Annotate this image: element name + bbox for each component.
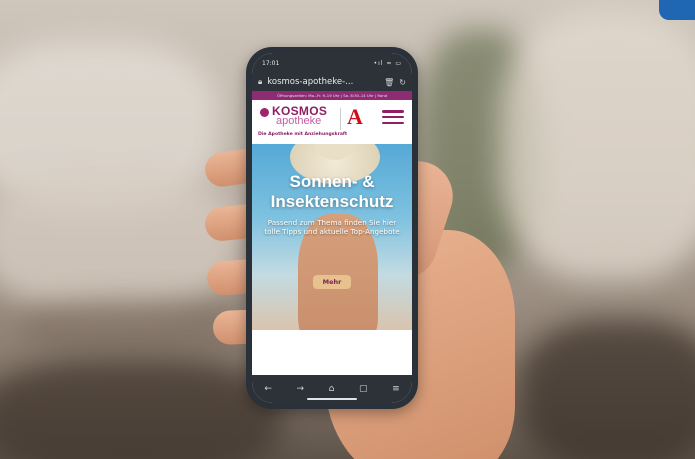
home-icon[interactable]: ⌂ bbox=[329, 384, 335, 394]
hamburger-menu-icon[interactable] bbox=[382, 110, 404, 124]
tagline: Die Apotheke mit Anziehungskraft bbox=[258, 132, 348, 137]
tabs-icon[interactable]: ▢ bbox=[359, 384, 368, 394]
header-divider bbox=[340, 108, 341, 130]
hero-subtitle: Passend zum Thema finden Sie hier tolle … bbox=[264, 218, 400, 236]
status-time: 17:01 bbox=[262, 59, 280, 67]
trash-icon[interactable]: 🗑︎ bbox=[384, 78, 394, 87]
back-arrow-icon[interactable]: ← bbox=[264, 384, 272, 394]
browser-bottom-nav: ← → ⌂ ▢ ≡ bbox=[252, 375, 412, 403]
apotheke-a-icon: A bbox=[347, 104, 363, 129]
logo-dot-icon bbox=[260, 108, 269, 117]
site-header: KOSMOS apotheke Die Apotheke mit Anziehu… bbox=[252, 100, 412, 144]
logo-apotheke[interactable]: apotheke bbox=[276, 115, 321, 127]
status-bar: 17:01 •ıl ≈ ▭ bbox=[252, 53, 412, 73]
forward-arrow-icon[interactable]: → bbox=[296, 384, 304, 394]
opening-hours-bar: Öffnungszeiten: Mo.–Fr. 9–19 Uhr | Sa. 8… bbox=[252, 91, 412, 100]
refresh-icon[interactable]: ↻ bbox=[399, 78, 406, 87]
url-text[interactable]: kosmos-apotheke-... bbox=[267, 77, 379, 87]
hero-title: Sonnen- & Insektenschutz bbox=[270, 172, 394, 211]
mehr-button[interactable]: Mehr bbox=[313, 275, 351, 289]
corner-accent bbox=[659, 0, 695, 20]
lock-icon: 🔒︎ bbox=[258, 77, 263, 86]
smartphone: 17:01 •ıl ≈ ▭ 🔒︎ kosmos-apotheke-... 🗑︎ … bbox=[246, 47, 418, 409]
menu-icon[interactable]: ≡ bbox=[392, 384, 400, 394]
status-icons: •ıl ≈ ▭ bbox=[373, 59, 402, 67]
phone-screen: 17:01 •ıl ≈ ▭ 🔒︎ kosmos-apotheke-... 🗑︎ … bbox=[252, 53, 412, 403]
home-indicator bbox=[307, 398, 357, 400]
browser-url-bar[interactable]: 🔒︎ kosmos-apotheke-... 🗑︎ ↻ bbox=[252, 73, 412, 91]
hero-banner: Sonnen- & Insektenschutz Passend zum The… bbox=[252, 144, 412, 330]
